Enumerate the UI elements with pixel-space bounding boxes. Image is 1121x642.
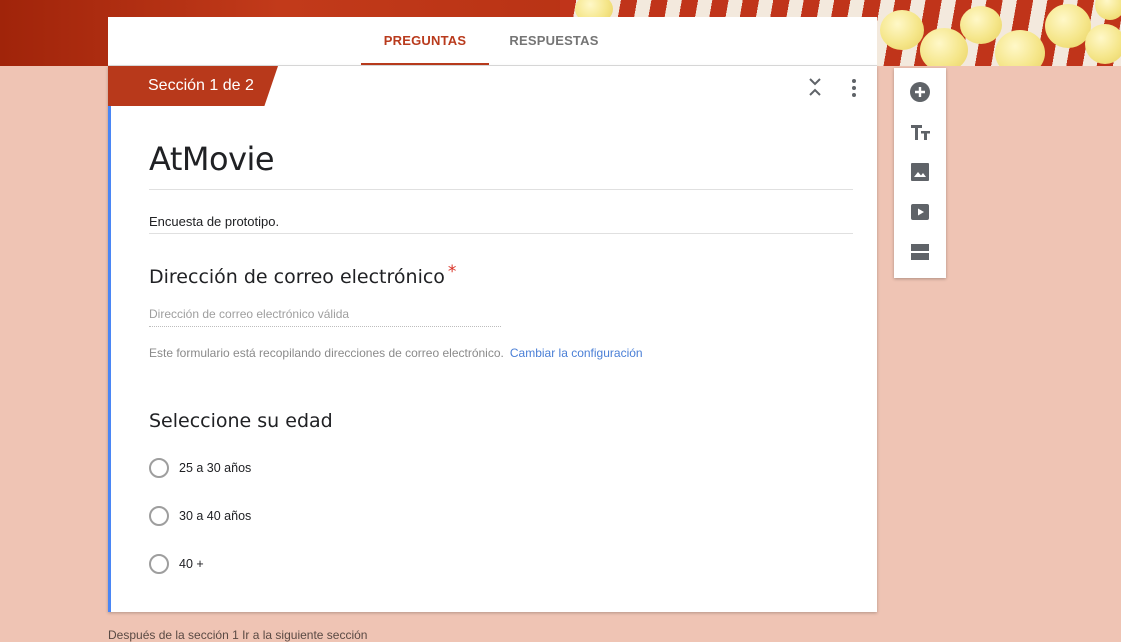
change-settings-link[interactable]: Cambiar la configuración	[510, 346, 643, 360]
tab-respuestas[interactable]: RESPUESTAS	[503, 17, 605, 65]
form-card: AtMovie Encuesta de prototipo. Dirección…	[108, 66, 877, 612]
banner-popcorn	[960, 6, 1002, 44]
tabs-bar: PREGUNTAS RESPUESTAS	[108, 17, 877, 66]
video-icon[interactable]	[908, 200, 932, 224]
add-circle-icon[interactable]	[908, 80, 932, 104]
banner-popcorn	[1085, 24, 1121, 64]
banner-popcorn	[880, 10, 924, 50]
age-option-label: 25 a 30 años	[179, 461, 252, 475]
floating-toolbar	[894, 68, 946, 278]
more-vert-icon[interactable]	[848, 78, 860, 98]
title-text-icon[interactable]	[908, 120, 932, 144]
radio-button[interactable]	[149, 458, 169, 478]
collapse-icon[interactable]	[806, 76, 824, 98]
section-icon[interactable]	[908, 240, 932, 264]
email-question[interactable]: Dirección de correo electrónico *	[149, 262, 456, 288]
email-question-title: Dirección de correo electrónico	[149, 266, 445, 288]
next-section-footer: Después de la sección 1 Ir a la siguient…	[108, 628, 368, 642]
tab-preguntas[interactable]: PREGUNTAS	[361, 17, 489, 65]
form-title[interactable]: AtMovie	[149, 140, 275, 178]
title-underline	[149, 189, 853, 190]
form-description[interactable]: Encuesta de prototipo.	[149, 214, 279, 229]
age-option-label: 30 a 40 años	[179, 509, 252, 523]
age-question-title[interactable]: Seleccione su edad	[149, 410, 333, 432]
email-answer-placeholder: Dirección de correo electrónico válida	[149, 307, 350, 321]
age-option-label: 40 +	[179, 557, 204, 571]
description-underline	[149, 233, 853, 234]
image-icon[interactable]	[908, 160, 932, 184]
radio-button[interactable]	[149, 506, 169, 526]
email-collection-text: Este formulario está recopilando direcci…	[149, 346, 504, 360]
required-mark: *	[447, 262, 457, 282]
section-tab: Sección 1 de 2	[108, 66, 278, 106]
email-collection-info: Este formulario está recopilando direcci…	[149, 346, 643, 360]
banner-popcorn	[920, 28, 968, 66]
email-answer-underline	[149, 326, 501, 327]
radio-button[interactable]	[149, 554, 169, 574]
active-section-indicator	[108, 106, 111, 612]
